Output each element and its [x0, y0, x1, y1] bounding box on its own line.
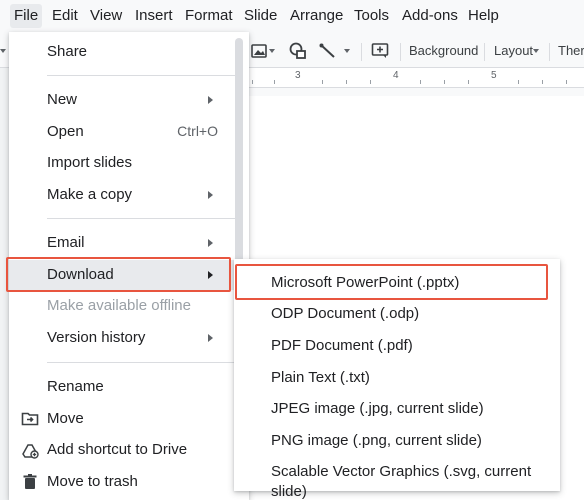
menu-item-new[interactable]: New [9, 85, 249, 115]
background-button[interactable]: Background [409, 40, 478, 62]
menu-item-label: Make available offline [47, 297, 191, 314]
menu-item-label: Share [47, 43, 88, 60]
menu-item-open[interactable]: Open Ctrl+O [9, 117, 249, 147]
menu-item-rename[interactable]: Rename [9, 372, 249, 402]
menu-slide[interactable]: Slide [240, 4, 281, 28]
menu-item-add-shortcut[interactable]: Add shortcut to Drive [9, 435, 249, 465]
download-jpg[interactable]: JPEG image (.jpg, current slide) [234, 393, 560, 423]
menu-item-email[interactable]: Email [9, 228, 249, 258]
theme-button[interactable]: Ther [558, 40, 584, 62]
download-txt[interactable]: Plain Text (.txt) [234, 362, 560, 392]
add-comment-icon[interactable] [370, 41, 390, 63]
menu-item-label: Version history [47, 329, 146, 346]
layout-caret-icon[interactable] [533, 46, 541, 68]
submenu-arrow-icon [208, 239, 213, 247]
shape-icon[interactable] [288, 41, 308, 63]
menu-scrollbar-thumb[interactable] [235, 38, 243, 288]
submenu-item-label: Plain Text (.txt) [271, 369, 370, 386]
menu-view[interactable]: View [86, 4, 126, 28]
menu-item-move[interactable]: Move [9, 404, 249, 434]
menu-file[interactable]: File [10, 4, 43, 28]
ruler-label: 3 [295, 70, 301, 81]
download-svg[interactable]: Scalable Vector Graphics (.svg, current … [234, 456, 560, 500]
ruler-tick [252, 80, 253, 84]
caret-down-icon[interactable] [0, 46, 8, 68]
menubar: File Edit View Insert Format Slide Arran… [0, 0, 584, 32]
menu-format[interactable]: Format [181, 4, 237, 28]
ruler-tick [518, 80, 519, 84]
ruler-tick [542, 80, 543, 84]
submenu-arrow-icon [208, 191, 213, 199]
move-folder-icon [21, 412, 39, 426]
layout-button[interactable]: Layout [494, 40, 533, 62]
toolbar-divider [361, 43, 362, 61]
pptx-highlight-box [235, 264, 548, 300]
drive-shortcut-icon [22, 444, 39, 459]
image-icon[interactable] [250, 42, 268, 64]
line-caret-icon[interactable] [344, 46, 352, 68]
menu-arrange[interactable]: Arrange [286, 4, 347, 28]
menu-item-version-history[interactable]: Version history [9, 323, 249, 353]
download-highlight-box [6, 257, 231, 292]
menu-item-label: Move to trash [47, 473, 138, 490]
menu-edit[interactable]: Edit [48, 4, 82, 28]
submenu-item-label: Scalable Vector Graphics (.svg, current … [271, 463, 532, 500]
submenu-item-label: PNG image (.png, current slide) [271, 432, 482, 449]
ruler-tick [346, 80, 347, 84]
line-icon[interactable] [318, 41, 338, 63]
download-odp[interactable]: ODP Document (.odp) [234, 298, 560, 328]
menu-item-label: Import slides [47, 154, 133, 171]
submenu-item-label: ODP Document (.odp) [271, 305, 420, 322]
toolbar-divider [549, 43, 550, 61]
menu-item-label: Move [47, 410, 84, 427]
menu-item-label: New [47, 91, 78, 108]
ruler: 3 4 5 [248, 68, 584, 88]
menu-item-share[interactable]: Share [9, 37, 249, 67]
submenu-item-label: JPEG image (.jpg, current slide) [271, 400, 484, 417]
menu-divider [47, 218, 235, 219]
menu-tools[interactable]: Tools [350, 4, 393, 28]
image-caret-icon[interactable] [269, 46, 277, 68]
download-pdf[interactable]: PDF Document (.pdf) [234, 330, 560, 360]
ruler-tick [566, 80, 567, 84]
menu-item-label: Add shortcut to Drive [47, 441, 188, 458]
trash-icon [23, 474, 37, 489]
toolbar-divider [400, 43, 401, 61]
menu-item-label: Make a copy [47, 186, 133, 203]
menu-item-make-available-offline: Make available offline [9, 291, 249, 321]
download-png[interactable]: PNG image (.png, current slide) [234, 425, 560, 455]
menu-divider [47, 75, 235, 76]
ruler-tick [322, 80, 323, 84]
submenu-arrow-icon [208, 334, 213, 342]
menu-item-move-to-trash[interactable]: Move to trash [9, 467, 249, 497]
menu-insert[interactable]: Insert [131, 4, 177, 28]
ruler-tick [370, 80, 371, 84]
menu-item-label: Rename [47, 378, 104, 395]
menu-help[interactable]: Help [464, 4, 503, 28]
menu-item-label: Open [47, 123, 84, 140]
submenu-item-label: PDF Document (.pdf) [271, 337, 413, 354]
menu-divider [47, 362, 235, 363]
ruler-tick [468, 80, 469, 84]
ruler-label: 5 [491, 70, 497, 81]
menu-addons[interactable]: Add-ons [398, 4, 462, 28]
menu-item-import-slides[interactable]: Import slides [9, 148, 249, 178]
ruler-tick [444, 80, 445, 84]
ruler-label: 4 [393, 70, 399, 81]
toolbar-divider [484, 43, 485, 61]
ruler-tick [274, 80, 275, 84]
shortcut-label: Ctrl+O [177, 123, 218, 139]
submenu-arrow-icon [208, 96, 213, 104]
ruler-tick [420, 80, 421, 84]
menu-item-label: Email [47, 234, 85, 251]
menu-item-make-a-copy[interactable]: Make a copy [9, 180, 249, 210]
